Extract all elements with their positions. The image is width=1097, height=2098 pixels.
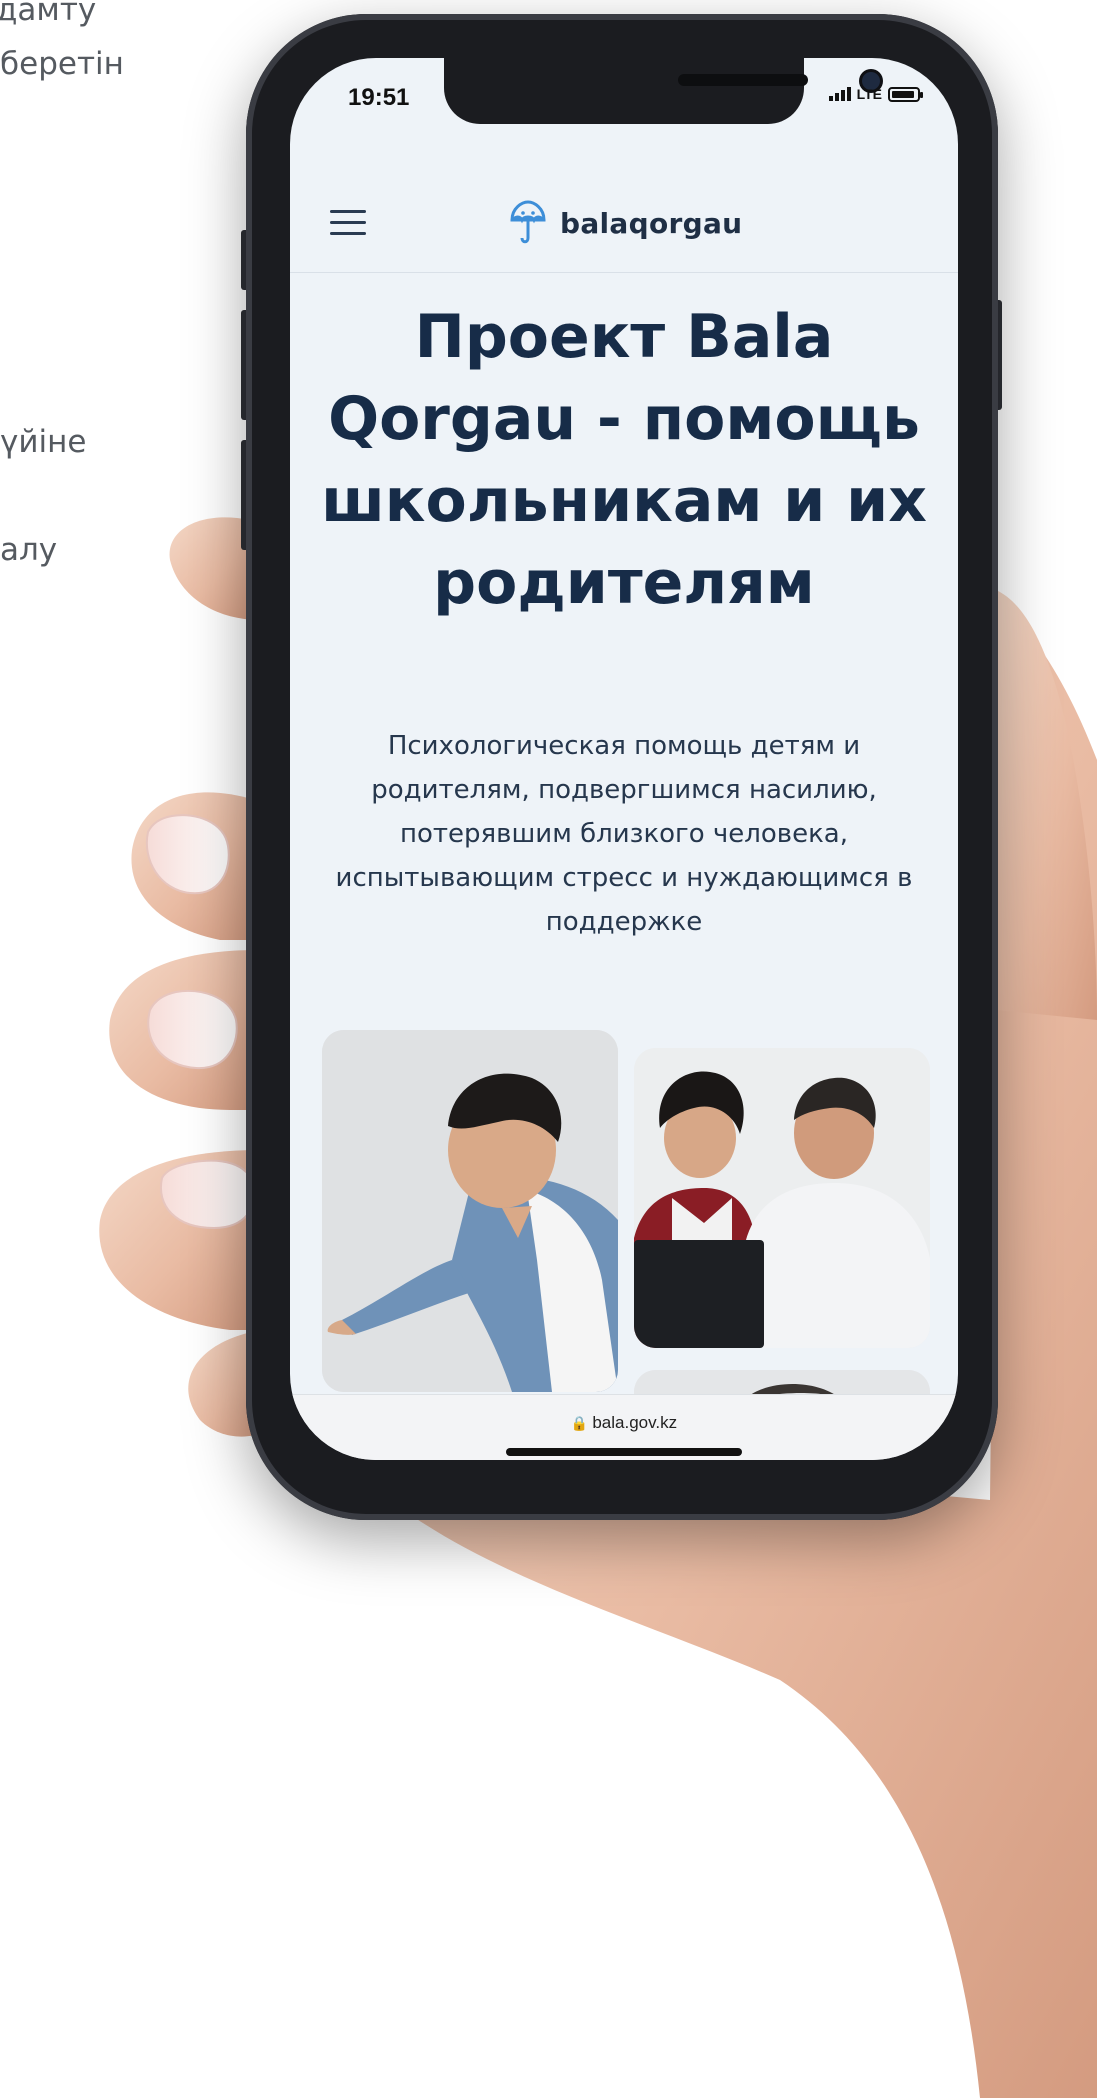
url-text: bala.gov.kz bbox=[592, 1413, 678, 1432]
boy-illustration bbox=[322, 1030, 618, 1392]
photo-parent-and-child bbox=[634, 1048, 930, 1348]
home-indicator bbox=[506, 1448, 742, 1456]
site-logo[interactable]: balaqorgau bbox=[510, 200, 742, 246]
site-header: balaqorgau bbox=[290, 176, 958, 273]
page-subtitle: Психологическая помощь детям и родителям… bbox=[335, 731, 913, 937]
phone-screen: 19:51 LTE balaqorgau Проект Bala Qorgau … bbox=[290, 58, 958, 1460]
phone-notch bbox=[444, 58, 880, 124]
logo-text: balaqorgau bbox=[560, 206, 743, 240]
lock-icon: 🔒 bbox=[570, 1415, 589, 1431]
browser-url: 🔒 bala.gov.kz bbox=[290, 1413, 958, 1433]
hamburger-menu-button[interactable] bbox=[330, 210, 366, 238]
photo-boy bbox=[322, 1030, 618, 1392]
earpiece-speaker bbox=[678, 74, 808, 86]
parent-child-illustration bbox=[634, 1048, 930, 1348]
battery-icon bbox=[888, 86, 923, 102]
status-indicators: LTE bbox=[828, 86, 923, 102]
page-title: Проект Bala Qorgau - помощь школьникам и… bbox=[321, 302, 927, 618]
umbrella-logo-icon bbox=[510, 200, 546, 244]
network-type: LTE bbox=[856, 86, 882, 102]
status-time: 19:51 bbox=[348, 84, 410, 111]
signal-icon bbox=[828, 87, 851, 101]
